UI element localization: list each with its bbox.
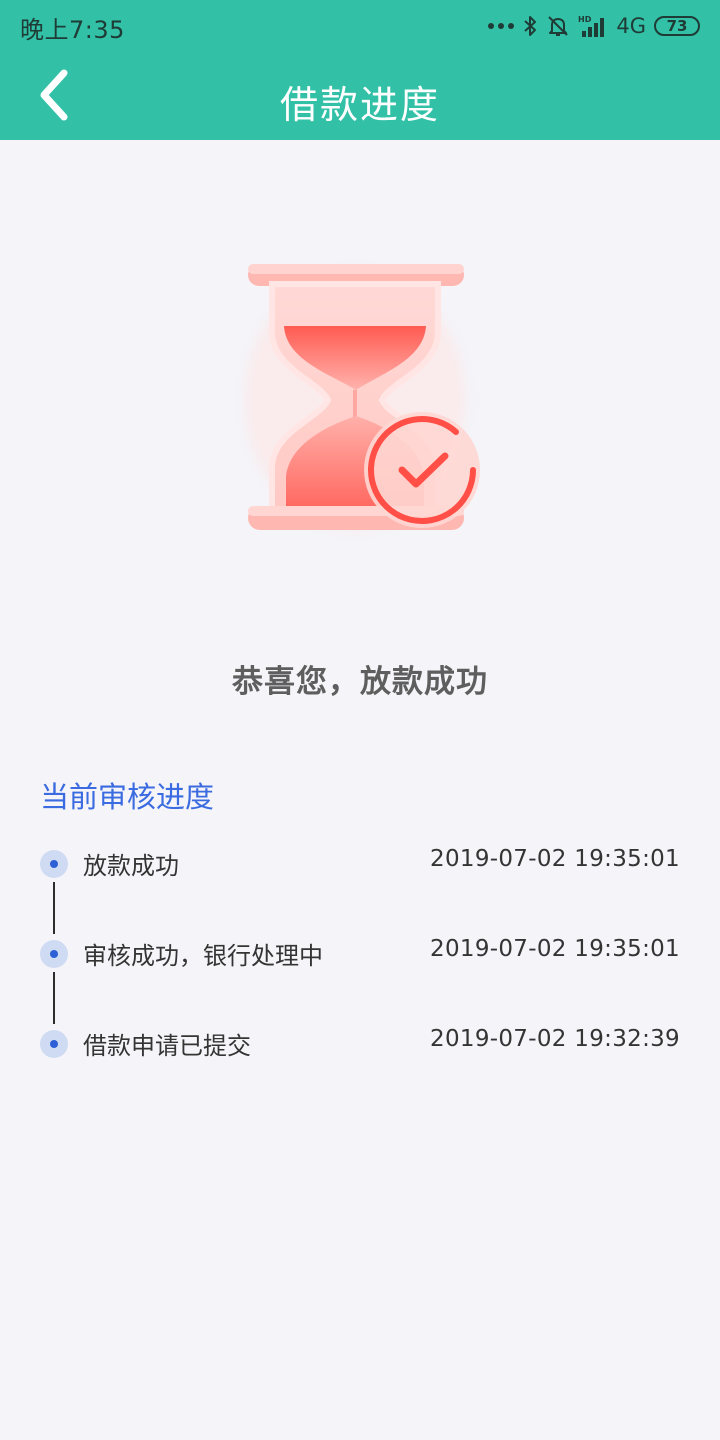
progress-timeline: 放款成功 2019-07-02 19:35:01 审核成功，银行处理中 2019…	[40, 832, 680, 1102]
bluetooth-icon	[524, 16, 537, 36]
timeline-label: 放款成功	[83, 852, 179, 880]
hourglass-check-icon	[230, 250, 500, 550]
timeline-time: 2019-07-02 19:35:01	[430, 846, 680, 872]
page-title: 借款进度	[279, 83, 440, 127]
timeline-row: 借款申请已提交 2019-07-02 19:32:39	[40, 1012, 680, 1102]
svg-text:HD: HD	[578, 15, 592, 24]
timeline-row: 放款成功 2019-07-02 19:35:01	[40, 832, 680, 934]
success-message: 恭喜您，放款成功	[232, 664, 488, 700]
mute-bell-icon	[548, 16, 569, 36]
progress-section-title: 当前审核进度	[40, 780, 215, 814]
status-time: 晚上7:35	[20, 16, 125, 44]
timeline-dot-icon	[40, 940, 68, 968]
more-dots-icon	[488, 23, 515, 29]
app-header: 晚上7:35 HD 4G 73 借款进度	[0, 0, 720, 140]
timeline-row: 审核成功，银行处理中 2019-07-02 19:35:01	[40, 922, 680, 1024]
timeline-dot-icon	[40, 850, 68, 878]
status-bar: 晚上7:35 HD 4G 73	[0, 0, 720, 54]
battery-icon: 73	[654, 16, 700, 36]
timeline-time: 2019-07-02 19:35:01	[430, 936, 680, 962]
battery-level: 73	[666, 17, 688, 35]
network-type: 4G	[616, 14, 646, 38]
status-icons: HD 4G 73	[488, 10, 700, 42]
timeline-label: 借款申请已提交	[83, 1032, 251, 1060]
timeline-dot-icon	[40, 1030, 68, 1058]
signal-icon: HD	[578, 15, 605, 37]
timeline-label: 审核成功，银行处理中	[83, 942, 323, 970]
timeline-time: 2019-07-02 19:32:39	[430, 1026, 680, 1052]
